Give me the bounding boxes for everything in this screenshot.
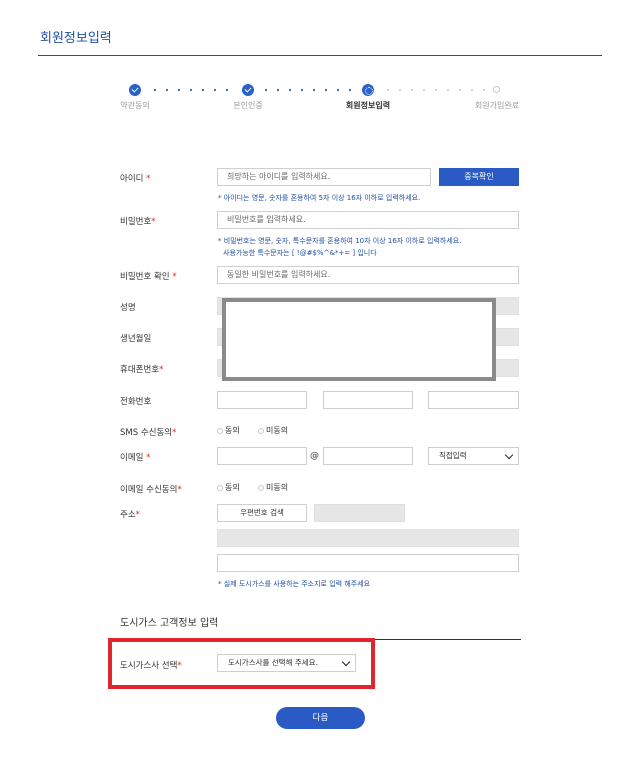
step-label-member-info: 회원정보입력 [345, 101, 391, 110]
id-hint: * 아이디는 영문, 숫자를 혼용하여 5자 이상 16자 이하로 입력하세요. [218, 194, 421, 202]
step-member-info-current-icon [362, 84, 374, 96]
birth-label: 생년월일 [120, 334, 152, 344]
radio-circle-icon [217, 427, 223, 434]
radio-circle-icon [258, 484, 264, 491]
highlight-annotation-box [108, 638, 375, 689]
password-hint-2: 사용가능한 특수문자는 [ !@#$%^&*+= ] 입니다 [223, 249, 377, 257]
gas-section-title: 도시가스 고객정보 입력 [120, 618, 219, 629]
email-label: 이메일 * [120, 453, 151, 463]
stepper-connector-1 [149, 89, 237, 91]
stepper-connector-3 [382, 89, 490, 91]
email-agree-radio[interactable]: 동의 [217, 482, 240, 493]
sms-disagree-radio[interactable]: 미동의 [258, 425, 288, 436]
next-button[interactable]: 다음 [276, 707, 365, 729]
email-at-sign: @ [310, 451, 319, 461]
step-complete-pending-icon [493, 86, 500, 93]
step-terms-check-icon [129, 84, 141, 96]
stepper-connector-2 [260, 89, 360, 91]
address-main-input [217, 529, 519, 547]
phone-input-2[interactable] [323, 391, 413, 409]
sms-consent-label: SMS 수신동의* [120, 428, 177, 438]
mobile-label: 휴대폰번호* [120, 365, 164, 375]
phone-input-3[interactable] [428, 391, 519, 409]
id-duplicate-check-button[interactable]: 중복확인 [439, 168, 519, 186]
password-input[interactable]: 비밀번호를 입력하세요. [217, 211, 519, 229]
step-label-verify: 본인인증 [233, 101, 263, 110]
step-label-complete: 회원가입완료 [474, 101, 520, 110]
address-hint: * 실제 도시가스를 사용하는 주소지로 입력 해주세요 [218, 580, 371, 588]
email-local-input[interactable] [217, 447, 307, 465]
chevron-down-icon [504, 450, 514, 460]
phone-input-1[interactable] [217, 391, 307, 409]
password-confirm-label: 비밀번호 확인 * [120, 272, 177, 282]
phone-label: 전화번호 [120, 397, 152, 407]
step-verify-check-icon [242, 84, 254, 96]
title-divider [38, 55, 602, 56]
password-hint-1: * 비밀번호는 영문, 숫자, 특수문자를 혼용하여 10자 이상 16자 이하… [218, 237, 462, 245]
zipcode-input [314, 504, 405, 522]
name-label: 성명 [120, 303, 136, 313]
zipcode-search-button[interactable]: 우편번호 검색 [217, 504, 307, 522]
email-domain-input[interactable] [323, 447, 413, 465]
email-domain-select[interactable]: 직접입력 [428, 447, 519, 465]
radio-circle-icon [258, 427, 264, 434]
address-detail-input[interactable] [217, 554, 519, 572]
address-label: 주소* [120, 510, 140, 520]
password-label: 비밀번호* [120, 217, 156, 227]
email-disagree-radio[interactable]: 미동의 [258, 482, 288, 493]
id-input[interactable]: 희망하는 아이디를 입력하세요. [217, 168, 431, 186]
page-title: 회원정보입력 [40, 31, 112, 46]
sms-agree-radio[interactable]: 동의 [217, 425, 240, 436]
redaction-box [222, 298, 496, 381]
id-label: 아이디 * [120, 174, 151, 184]
email-consent-label: 이메일 수신동의* [120, 485, 182, 495]
radio-circle-icon [217, 484, 223, 491]
step-label-terms: 약관동의 [120, 101, 150, 110]
password-confirm-input[interactable]: 동일한 비밀번호를 입력하세요. [217, 266, 519, 284]
